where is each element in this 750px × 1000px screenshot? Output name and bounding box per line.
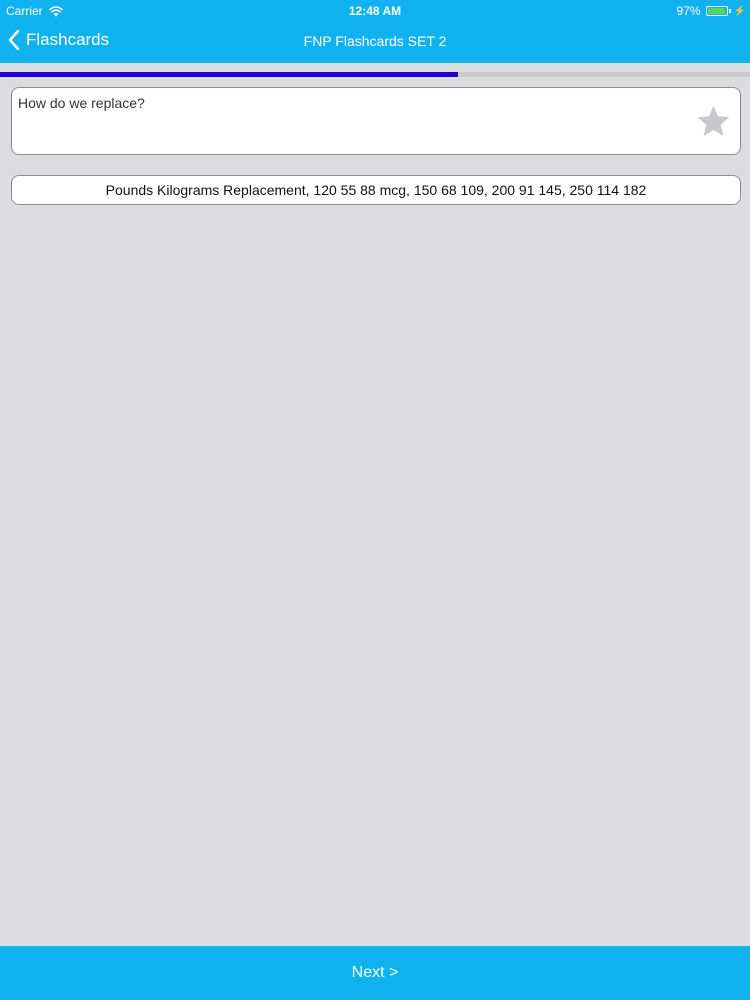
page-title: FNP Flashcards SET 2 [303,33,447,49]
status-time: 12:48 AM [348,4,402,18]
battery-cap [728,9,731,13]
answer-card[interactable]: Pounds Kilograms Replacement, 120 55 88 … [11,175,741,205]
battery-icon [705,6,728,16]
progress-fill [0,72,458,77]
answer-text: Pounds Kilograms Replacement, 120 55 88 … [105,182,647,198]
next-button[interactable]: Next > [0,946,750,1000]
question-card: How do we replace? [11,87,741,155]
star-icon[interactable] [695,103,732,140]
charging-bolt-icon: ⚡ [733,5,746,17]
status-bar: Carrier 12:48 AM 97% ⚡ [0,0,750,20]
next-button-label: Next > [351,964,399,981]
progress-bar [0,72,750,77]
battery-status: 97% ⚡ [677,4,746,18]
top-bar: Carrier 12:48 AM 97% ⚡ Flashcards FNP Fl… [0,0,750,63]
question-text: How do we replace? [18,95,145,111]
battery-fill [707,8,725,14]
battery-percent: 97% [676,4,701,18]
navigation-bar: Flashcards FNP Flashcards SET 2 [0,20,750,63]
